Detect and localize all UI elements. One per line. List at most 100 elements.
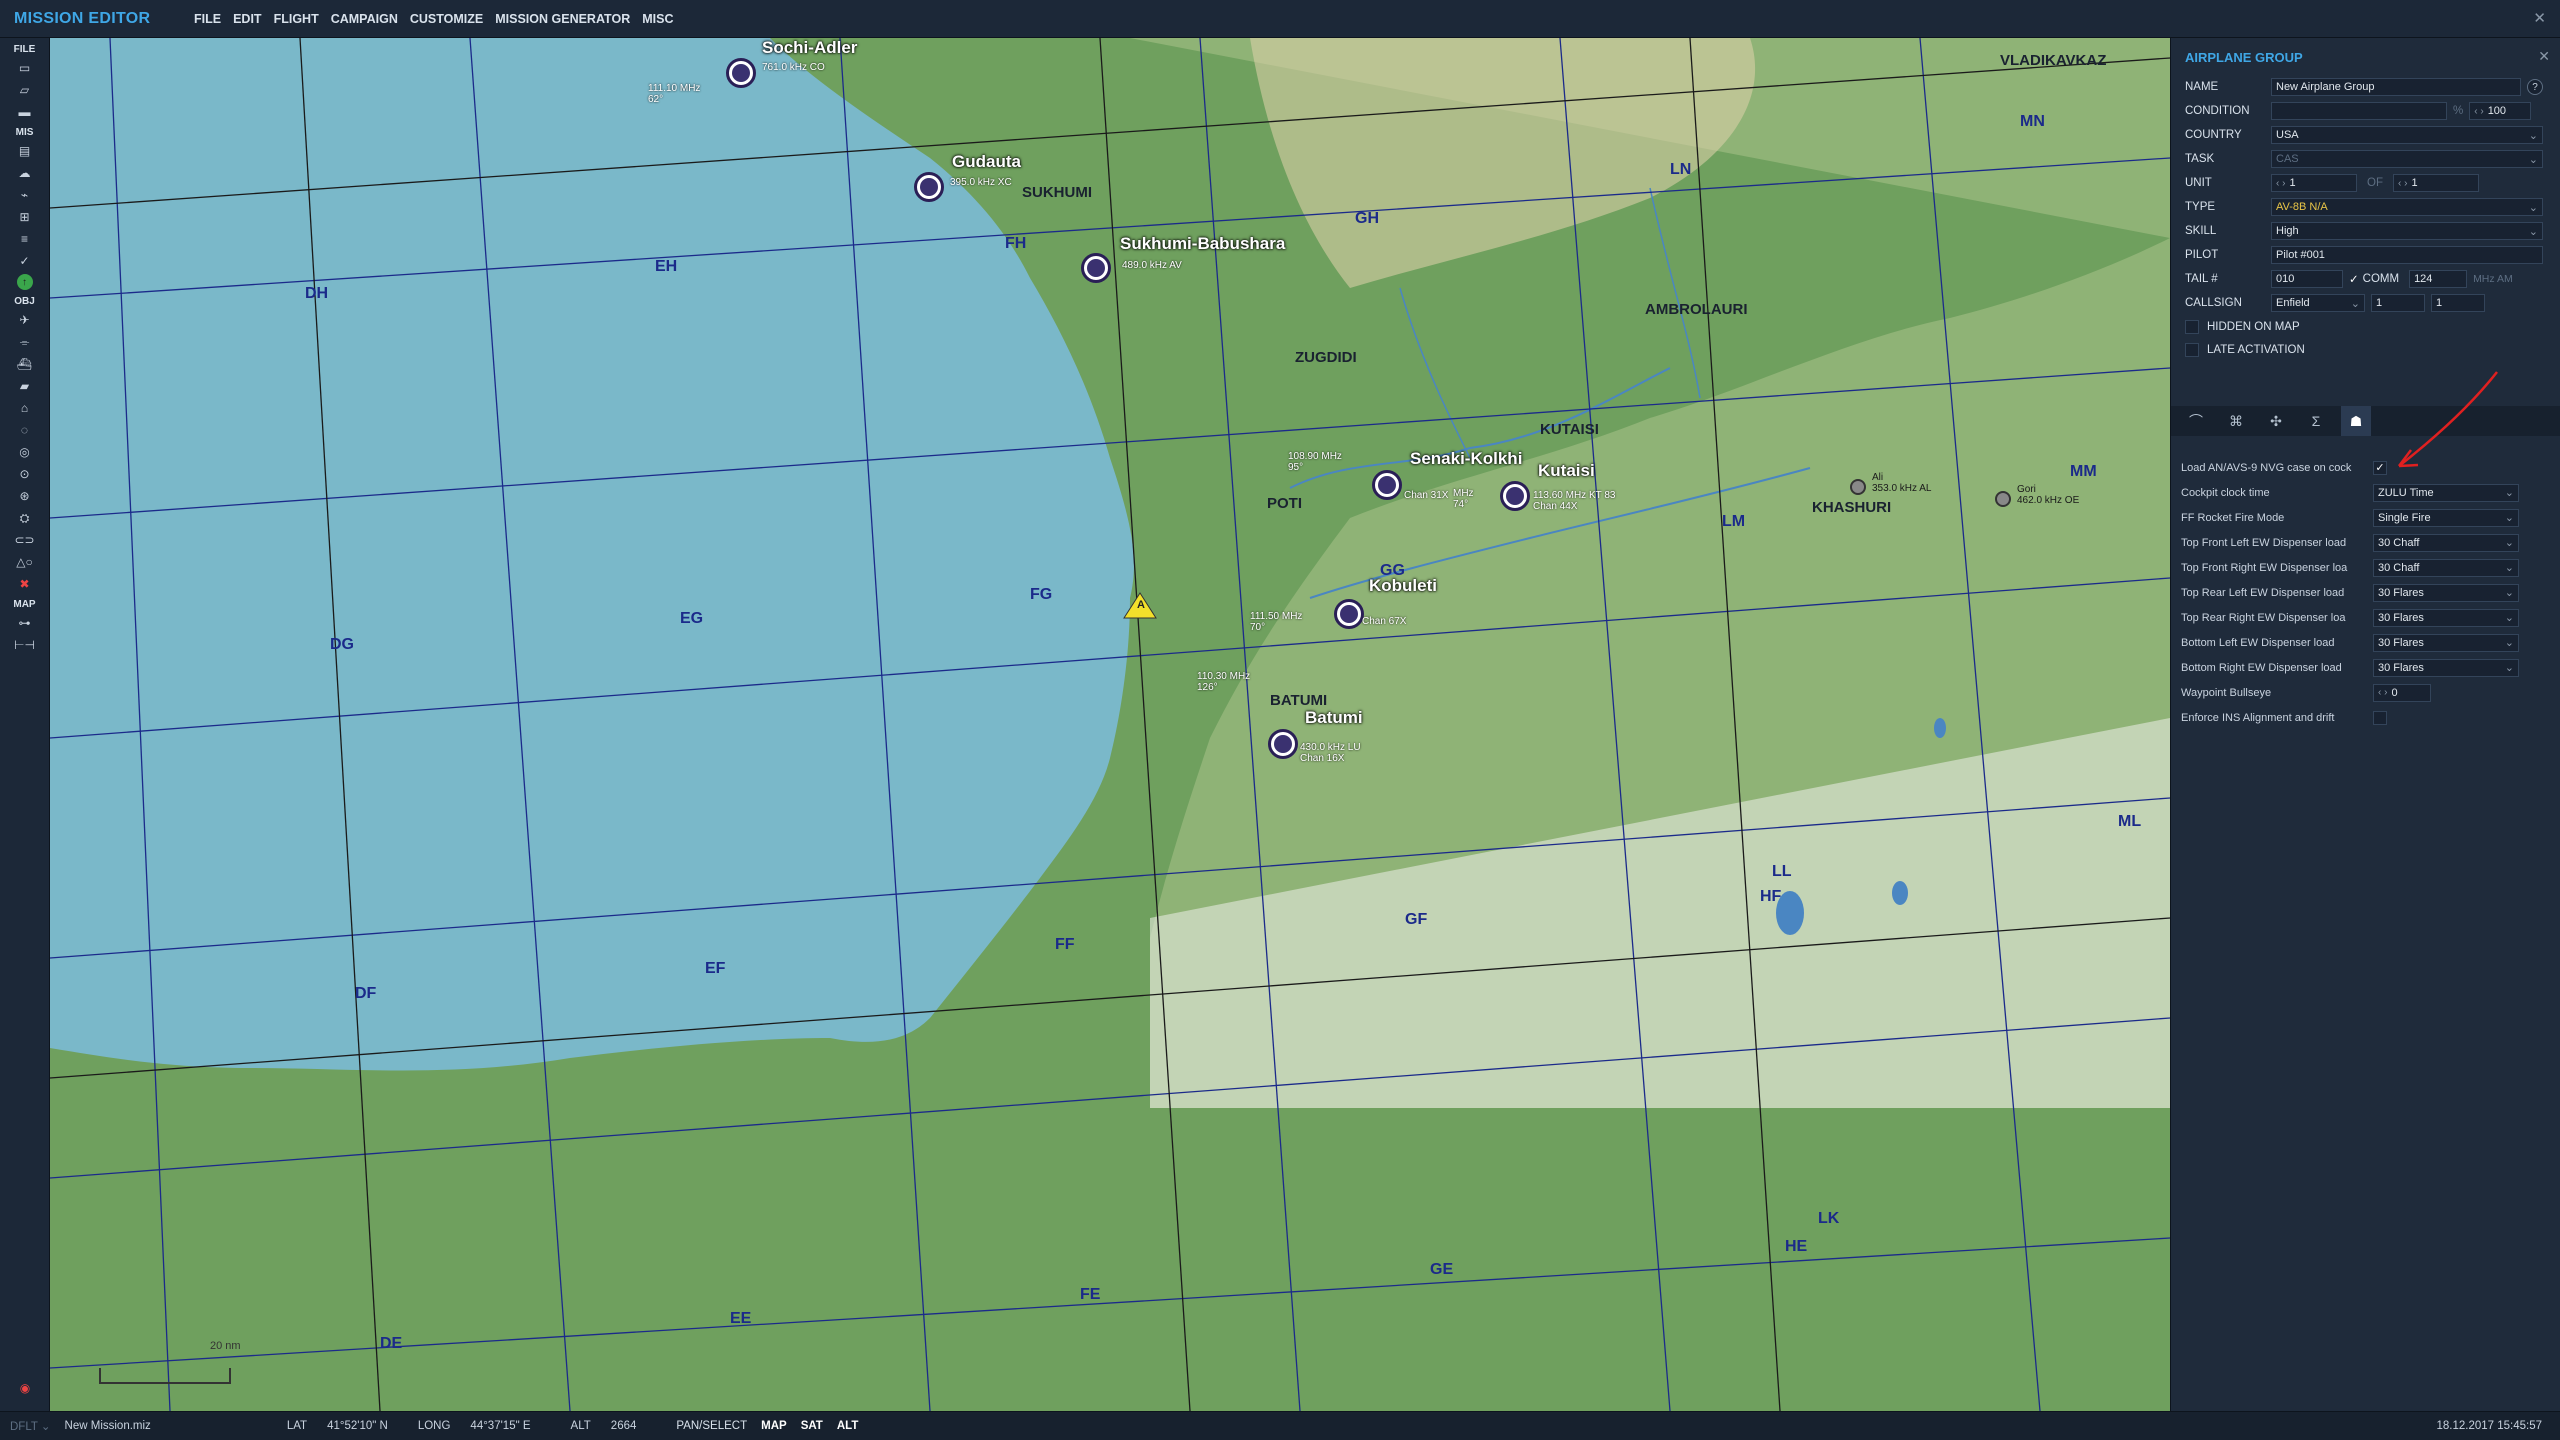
skill-value: High xyxy=(2276,225,2299,237)
fly-mission-icon[interactable]: ↑ xyxy=(16,274,33,290)
airfield-gudauta-icon[interactable] xyxy=(914,172,944,202)
ew-trr-select[interactable]: 30 Flares xyxy=(2373,608,2519,627)
menu-customize[interactable]: CUSTOMIZE xyxy=(406,12,491,26)
weather-icon[interactable]: ☁ xyxy=(9,164,41,182)
triggers-icon[interactable]: ⊞ xyxy=(9,208,41,226)
airfield-kutaisi-icon[interactable] xyxy=(1500,481,1530,511)
window-close-icon[interactable]: ✕ xyxy=(2533,9,2546,27)
unit-total-spinner[interactable]: ‹ › 1 xyxy=(2392,174,2479,192)
airfield-senaki-kolkhi-icon[interactable] xyxy=(1372,470,1402,500)
callsign-row: CALLSIGN Enfield 1 1 xyxy=(2171,291,2560,315)
rocket-mode-select[interactable]: Single Fire xyxy=(2373,508,2519,527)
menu-file[interactable]: FILE xyxy=(190,12,229,26)
add-farp-icon[interactable]: ⛭ xyxy=(9,509,41,527)
record-icon[interactable]: ◉ xyxy=(9,1379,41,1397)
ew-tfr-select[interactable]: 30 Chaff xyxy=(2373,558,2519,577)
panel-close-icon[interactable]: ✕ xyxy=(2538,48,2550,65)
airfield-kobuleti-icon[interactable] xyxy=(1334,599,1364,629)
condition-max-spinner[interactable]: ‹ › 100 xyxy=(2469,102,2532,120)
add-airplane-icon[interactable]: ✈ xyxy=(9,311,41,329)
resources-icon[interactable]: ≡ xyxy=(9,230,41,248)
skill-select[interactable]: High xyxy=(2271,222,2543,240)
spinner-arrows-icon[interactable]: ‹ › xyxy=(2378,687,2387,698)
add-navpoint-icon[interactable]: ⊙ xyxy=(9,465,41,483)
alt-mode-button[interactable]: ALT xyxy=(837,1420,859,1432)
river xyxy=(1649,187,1701,399)
scale-bar xyxy=(99,1368,231,1384)
delete-icon[interactable]: ✖ xyxy=(9,575,41,593)
add-template-icon[interactable]: ◎ xyxy=(9,443,41,461)
briefing-icon[interactable]: ▤ xyxy=(9,142,41,160)
add-ship-icon[interactable]: ⛴ xyxy=(9,355,41,373)
ew-trl-label: Top Rear Left EW Dispenser load xyxy=(2181,586,2345,599)
unit-spinner[interactable]: ‹ › 1 xyxy=(2271,174,2357,192)
callsign-select[interactable]: Enfield xyxy=(2271,294,2365,312)
map-view[interactable]: DH EH FH GH DG EG FG GG DF EF FF GF DE E… xyxy=(50,38,2170,1411)
menu-campaign[interactable]: CAMPAIGN xyxy=(327,12,406,26)
airfield-batumi-icon[interactable] xyxy=(1268,729,1298,759)
country-select[interactable]: USA xyxy=(2271,126,2543,144)
tail-field[interactable]: 010 xyxy=(2271,270,2343,288)
bullseye-spinner[interactable]: ‹ › 0 xyxy=(2373,683,2431,702)
late-activation-row[interactable]: LATE ACTIVATION xyxy=(2171,338,2560,361)
airfield-sochi-adler-label: Sochi-Adler xyxy=(762,38,858,57)
comm-field[interactable]: 124 xyxy=(2409,270,2468,288)
pilot-row: PILOT Pilot #001 xyxy=(2171,243,2560,267)
draw-shapes-icon[interactable]: △○ xyxy=(9,553,41,571)
sat-mode-button[interactable]: SAT xyxy=(801,1420,823,1432)
map-options-icon[interactable]: ⊶ xyxy=(9,614,41,632)
ew-bl-select[interactable]: 30 Flares xyxy=(2373,633,2519,652)
ew-trl-select[interactable]: 30 Flares xyxy=(2373,583,2519,602)
spinner-arrows-icon[interactable]: ‹ › xyxy=(2398,178,2407,189)
add-vehicle-icon[interactable]: ▰ xyxy=(9,377,41,395)
menu-mission-generator[interactable]: MISSION GENERATOR xyxy=(491,12,638,26)
callsign-number-1[interactable]: 1 xyxy=(2371,294,2425,312)
comm-unit: MHz AM xyxy=(2473,273,2513,285)
clock-select[interactable]: ZULU Time xyxy=(2373,483,2519,502)
new-mission-icon[interactable]: ▭ xyxy=(9,59,41,77)
navaid-gori-icon[interactable] xyxy=(1995,491,2011,507)
add-trigger-zone-icon[interactable]: ◌ xyxy=(9,421,41,439)
menu-edit[interactable]: EDIT xyxy=(229,12,269,26)
add-helicopter-icon[interactable]: ⌯ xyxy=(9,333,41,351)
name-field[interactable]: New Airplane Group xyxy=(2271,78,2521,96)
airfield-sochi-adler-icon[interactable] xyxy=(726,58,756,88)
navaid-ali-icon[interactable] xyxy=(1850,479,1866,495)
airfield-kutaisi-label: Kutaisi xyxy=(1538,461,1595,480)
ew-br-select[interactable]: 30 Flares xyxy=(2373,658,2519,677)
help-icon[interactable]: ? xyxy=(2527,79,2543,95)
profile-select[interactable]: DFLT ⌄ xyxy=(10,1419,51,1433)
airfield-sukhumi-babushara-icon[interactable] xyxy=(1081,253,1111,283)
ruler-icon[interactable]: ⊢⊣ xyxy=(9,636,41,654)
spinner-arrows-icon[interactable]: ‹ › xyxy=(2276,178,2285,189)
summary-icon[interactable]: Σ xyxy=(2301,406,2331,436)
spinner-arrows-icon[interactable]: ‹ › xyxy=(2474,106,2483,117)
map-mode-button[interactable]: MAP xyxy=(761,1420,787,1432)
type-select[interactable]: AV-8B N/A xyxy=(2271,198,2543,216)
aircraft-icon[interactable]: ✣ xyxy=(2261,406,2291,436)
menu-misc[interactable]: MISC xyxy=(638,12,681,26)
task-select[interactable]: CAS xyxy=(2271,150,2543,168)
save-mission-icon[interactable]: ▬ xyxy=(9,103,41,121)
comm-check-icon[interactable]: ✓ xyxy=(2349,272,2359,286)
payload-icon[interactable]: ⌘ xyxy=(2221,406,2251,436)
ew-tfl-select[interactable]: 30 Chaff xyxy=(2373,533,2519,552)
additional-properties-icon[interactable]: ☗ xyxy=(2341,406,2371,436)
unit-row: UNIT ‹ › 1 OF ‹ › 1 xyxy=(2171,171,2560,195)
ins-checkbox[interactable] xyxy=(2373,710,2387,725)
pilot-field[interactable]: Pilot #001 xyxy=(2271,246,2543,264)
callsign-number-2[interactable]: 1 xyxy=(2431,294,2485,312)
check-icon[interactable]: ✓ xyxy=(9,252,41,270)
add-initial-point-icon[interactable]: ⊛ xyxy=(9,487,41,505)
menu-flight[interactable]: FLIGHT xyxy=(270,12,327,26)
group-select-icon[interactable]: ⊂⊃ xyxy=(9,531,41,549)
hidden-on-map-checkbox[interactable] xyxy=(2185,319,2199,334)
pan-select-button[interactable]: PAN/SELECT xyxy=(676,1420,747,1432)
late-activation-checkbox[interactable] xyxy=(2185,342,2199,357)
route-icon[interactable]: ⌒ xyxy=(2181,406,2211,436)
hidden-on-map-row[interactable]: HIDDEN ON MAP xyxy=(2171,315,2560,338)
add-static-icon[interactable]: ⌂ xyxy=(9,399,41,417)
open-mission-icon[interactable]: ▱ xyxy=(9,81,41,99)
goals-icon[interactable]: ⌁ xyxy=(9,186,41,204)
condition-field[interactable] xyxy=(2271,102,2447,120)
